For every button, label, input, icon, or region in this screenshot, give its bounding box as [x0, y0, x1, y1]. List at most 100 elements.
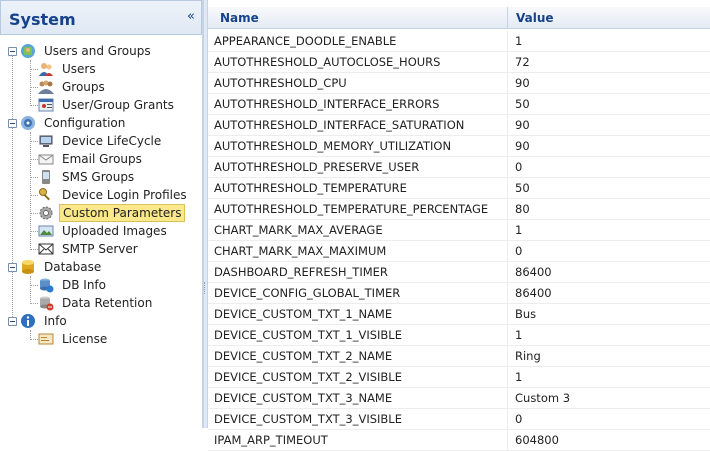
- tree-line: [30, 339, 38, 340]
- parameter-value-cell[interactable]: 604800: [508, 430, 710, 450]
- table-row[interactable]: DEVICE_CONFIG_GLOBAL_TIMER 86400: [208, 283, 710, 304]
- table-row[interactable]: DEVICE_CUSTOM_TXT_3_NAME Custom 3: [208, 388, 710, 409]
- tree-node-users[interactable]: Users: [38, 60, 99, 78]
- parameter-name-cell[interactable]: DEVICE_CUSTOM_TXT_1_NAME: [208, 304, 508, 324]
- table-row[interactable]: APPEARANCE_DOODLE_ENABLE 1: [208, 31, 710, 52]
- parameter-name-cell[interactable]: AUTOTHRESHOLD_AUTOCLOSE_HOURS: [208, 52, 508, 72]
- parameter-value-cell[interactable]: 1: [508, 220, 710, 240]
- table-row[interactable]: AUTOTHRESHOLD_TEMPERATURE 50: [208, 178, 710, 199]
- tree-node-data-retention[interactable]: Data Retention: [38, 294, 155, 312]
- tree-node-label: Device Login Profiles: [62, 188, 187, 202]
- parameter-value-cell[interactable]: 0: [508, 409, 710, 429]
- tree-node-configuration[interactable]: Configuration: [8, 114, 128, 132]
- tree-node-email-groups[interactable]: Email Groups: [38, 150, 145, 168]
- parameter-name-cell[interactable]: CHART_MARK_MAX_MAXIMUM: [208, 241, 508, 261]
- tree-node-users-and-groups[interactable]: Users and Groups: [8, 42, 154, 60]
- tree-line: [30, 177, 38, 178]
- parameter-name-cell[interactable]: DEVICE_CUSTOM_TXT_2_NAME: [208, 346, 508, 366]
- user-icon: [38, 61, 54, 77]
- tree-line: [30, 213, 38, 214]
- table-row[interactable]: DASHBOARD_REFRESH_TIMER 86400: [208, 262, 710, 283]
- table-row[interactable]: CHART_MARK_MAX_AVERAGE 1: [208, 220, 710, 241]
- tree-node-info[interactable]: Info: [8, 312, 70, 330]
- parameter-name-cell[interactable]: DEVICE_CUSTOM_TXT_2_VISIBLE: [208, 367, 508, 387]
- tree-line: [30, 141, 38, 142]
- parameter-value-cell[interactable]: 86400: [508, 262, 710, 282]
- tree-node-db-info[interactable]: DB Info: [38, 276, 109, 294]
- collapse-toggle-icon[interactable]: [8, 46, 17, 56]
- parameter-value-cell[interactable]: Custom 3: [508, 388, 710, 408]
- table-row[interactable]: AUTOTHRESHOLD_AUTOCLOSE_HOURS 72: [208, 52, 710, 73]
- tree-node-user-group-grants[interactable]: User/Group Grants: [38, 96, 177, 114]
- table-row[interactable]: DEVICE_CUSTOM_TXT_1_VISIBLE 1: [208, 325, 710, 346]
- tree-node-label: Device LifeCycle: [62, 134, 162, 148]
- table-row[interactable]: AUTOTHRESHOLD_CPU 90: [208, 73, 710, 94]
- parameter-value-cell[interactable]: Ring: [508, 346, 710, 366]
- table-row[interactable]: AUTOTHRESHOLD_INTERFACE_ERRORS 50: [208, 94, 710, 115]
- table-row[interactable]: IPAM_ARP_TIMEOUT 604800: [208, 430, 710, 451]
- table-row[interactable]: DEVICE_CUSTOM_TXT_2_VISIBLE 1: [208, 367, 710, 388]
- tree-node-label: Users: [62, 62, 96, 76]
- column-header-value[interactable]: Value: [508, 7, 710, 29]
- tree-line: [30, 159, 38, 160]
- parameter-name-cell[interactable]: CHART_MARK_MAX_AVERAGE: [208, 220, 508, 240]
- tree-node-device-lifecycle[interactable]: Device LifeCycle: [38, 132, 164, 150]
- tree-node-custom-parameters[interactable]: Custom Parameters: [38, 204, 186, 222]
- collapse-toggle-icon[interactable]: [8, 262, 17, 272]
- table-row[interactable]: DEVICE_CUSTOM_TXT_2_NAME Ring: [208, 346, 710, 367]
- parameter-name-cell[interactable]: AUTOTHRESHOLD_TEMPERATURE_PERCENTAGE: [208, 199, 508, 219]
- parameter-name-cell[interactable]: DEVICE_CUSTOM_TXT_1_VISIBLE: [208, 325, 508, 345]
- collapse-panel-icon[interactable]: «: [187, 10, 195, 24]
- parameter-value-cell[interactable]: 1: [508, 31, 710, 51]
- collapse-toggle-icon[interactable]: [8, 118, 17, 128]
- table-row[interactable]: AUTOTHRESHOLD_INTERFACE_SATURATION 90: [208, 115, 710, 136]
- table-row[interactable]: DEVICE_CUSTOM_TXT_1_NAME Bus: [208, 304, 710, 325]
- table-row[interactable]: DEVICE_CUSTOM_TXT_3_VISIBLE 0: [208, 409, 710, 430]
- parameter-name-cell[interactable]: DEVICE_CONFIG_GLOBAL_TIMER: [208, 283, 508, 303]
- parameter-value-cell[interactable]: 72: [508, 52, 710, 72]
- parameter-value-cell[interactable]: 0: [508, 241, 710, 261]
- tree-node-device-login-profiles[interactable]: Device Login Profiles: [38, 186, 190, 204]
- tree-node-label: Uploaded Images: [62, 224, 167, 238]
- parameter-value-cell[interactable]: Bus: [508, 304, 710, 324]
- tree-node-label: Custom Parameters: [59, 204, 186, 222]
- parameter-value-cell[interactable]: 1: [508, 325, 710, 345]
- parameter-name-cell[interactable]: APPEARANCE_DOODLE_ENABLE: [208, 31, 508, 51]
- tree-line: [12, 55, 13, 323]
- column-header-name[interactable]: Name: [208, 7, 508, 29]
- table-row[interactable]: AUTOTHRESHOLD_TEMPERATURE_PERCENTAGE 80: [208, 199, 710, 220]
- tree-node-uploaded-images[interactable]: Uploaded Images: [38, 222, 170, 240]
- parameter-value-cell[interactable]: 90: [508, 115, 710, 135]
- tree-node-database[interactable]: Database: [8, 258, 104, 276]
- parameter-value-cell[interactable]: 1: [508, 367, 710, 387]
- parameter-value-cell[interactable]: 86400: [508, 283, 710, 303]
- parameter-name-cell[interactable]: IPAM_ARP_TIMEOUT: [208, 430, 508, 450]
- parameter-value-cell[interactable]: 50: [508, 94, 710, 114]
- parameter-name-cell[interactable]: AUTOTHRESHOLD_INTERFACE_SATURATION: [208, 115, 508, 135]
- table-row[interactable]: AUTOTHRESHOLD_PRESERVE_USER 0: [208, 157, 710, 178]
- tree-node-groups[interactable]: Groups: [38, 78, 108, 96]
- parameter-name-cell[interactable]: DASHBOARD_REFRESH_TIMER: [208, 262, 508, 282]
- tree-node-label: Email Groups: [62, 152, 142, 166]
- table-row[interactable]: CHART_MARK_MAX_MAXIMUM 0: [208, 241, 710, 262]
- parameter-value-cell[interactable]: 0: [508, 157, 710, 177]
- parameter-value-cell[interactable]: 80: [508, 199, 710, 219]
- tree-node-license[interactable]: License: [38, 330, 110, 348]
- parameter-name-cell[interactable]: AUTOTHRESHOLD_TEMPERATURE: [208, 178, 508, 198]
- parameter-name-cell[interactable]: AUTOTHRESHOLD_INTERFACE_ERRORS: [208, 94, 508, 114]
- tree-node-label: Groups: [62, 80, 105, 94]
- parameter-value-cell[interactable]: 90: [508, 136, 710, 156]
- parameter-name-cell[interactable]: DEVICE_CUSTOM_TXT_3_VISIBLE: [208, 409, 508, 429]
- parameter-name-cell[interactable]: AUTOTHRESHOLD_PRESERVE_USER: [208, 157, 508, 177]
- parameter-name-cell[interactable]: AUTOTHRESHOLD_CPU: [208, 73, 508, 93]
- table-row[interactable]: AUTOTHRESHOLD_MEMORY_UTILIZATION 90: [208, 136, 710, 157]
- parameter-value-cell[interactable]: 90: [508, 73, 710, 93]
- tree-node-label: SMTP Server: [62, 242, 138, 256]
- collapse-toggle-icon[interactable]: [8, 316, 17, 326]
- login-profiles-icon: [38, 187, 54, 203]
- parameter-name-cell[interactable]: DEVICE_CUSTOM_TXT_3_NAME: [208, 388, 508, 408]
- parameter-value-cell[interactable]: 50: [508, 178, 710, 198]
- tree-node-smtp-server[interactable]: SMTP Server: [38, 240, 141, 258]
- tree-node-sms-groups[interactable]: SMS Groups: [38, 168, 137, 186]
- parameter-name-cell[interactable]: AUTOTHRESHOLD_MEMORY_UTILIZATION: [208, 136, 508, 156]
